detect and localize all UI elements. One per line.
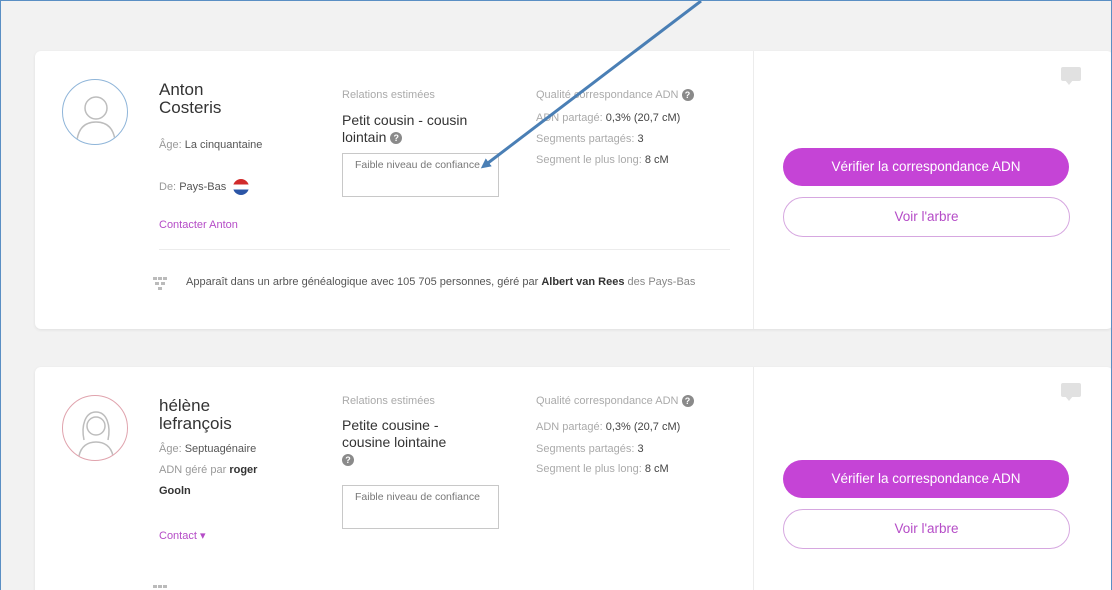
- dna-quality-label: Qualité correspondance ADN: [536, 395, 679, 407]
- age-value: La cinquantaine: [184, 139, 263, 151]
- shared-segments: Segments partagés: 3: [536, 443, 644, 455]
- dna-quality-title: Qualité correspondance ADN ?: [536, 89, 694, 102]
- segments-value: 3: [637, 133, 644, 145]
- age-value: Septuagénaire: [184, 443, 257, 455]
- shared-dna: ADN partagé: 0,3% (20,7 cM): [536, 112, 680, 124]
- shared-dna-value: 0,3% (20,7 cM): [605, 421, 681, 433]
- help-icon[interactable]: ?: [342, 454, 354, 467]
- card-divider: [753, 367, 754, 590]
- shared-dna-label: ADN partagé:: [536, 112, 603, 124]
- netherlands-flag-icon: [233, 179, 250, 196]
- origin-info: De: Pays-Bas: [159, 177, 279, 198]
- view-tree-button[interactable]: Voir l'arbre: [783, 509, 1070, 549]
- age-label: Âge:: [159, 443, 182, 455]
- tree-icon: [153, 277, 167, 290]
- longest-segment-value: 8 cM: [644, 154, 669, 166]
- view-tree-button[interactable]: Voir l'arbre: [783, 197, 1070, 237]
- tree-info: Apparaît dans un arbre généalogique avec…: [186, 273, 746, 292]
- help-icon[interactable]: ?: [681, 395, 694, 408]
- avatar[interactable]: [62, 395, 128, 461]
- segments-value: 3: [637, 443, 644, 455]
- tree-manager[interactable]: Albert van Rees: [541, 276, 624, 288]
- relation-title: Relations estimées: [342, 395, 435, 407]
- shared-segments: Segments partagés: 3: [536, 133, 644, 145]
- female-avatar-icon: [78, 411, 114, 457]
- match-card: hélène lefrançois Âge: Septuagénaire ADN…: [35, 367, 1111, 590]
- shared-dna-value: 0,3% (20,7 cM): [605, 112, 681, 124]
- relation-text: Petite cousine - cousine lointaine: [342, 417, 447, 450]
- shared-dna: ADN partagé: 0,3% (20,7 cM): [536, 421, 680, 433]
- divider: [159, 249, 730, 250]
- relation-title: Relations estimées: [342, 89, 435, 101]
- age-info: Âge: Septuagénaire: [159, 439, 279, 460]
- longest-segment: Segment le plus long: 8 cM: [536, 463, 669, 475]
- origin-value: Pays-Bas: [179, 181, 227, 193]
- longest-segment-value: 8 cM: [644, 463, 669, 475]
- message-icon[interactable]: [1061, 383, 1081, 401]
- age-label: Âge:: [159, 139, 182, 151]
- origin-label: De:: [159, 181, 177, 193]
- viewport: Anton Costeris Âge: La cinquantaine De: …: [0, 0, 1112, 590]
- help-icon[interactable]: ?: [681, 89, 694, 102]
- longest-segment-label: Segment le plus long:: [536, 154, 642, 166]
- longest-segment: Segment le plus long: 8 cM: [536, 154, 669, 166]
- verify-dna-button[interactable]: Vérifier la correspondance ADN: [783, 460, 1069, 498]
- contact-link[interactable]: Contacter Anton: [159, 219, 238, 231]
- tree-icon: [153, 585, 167, 588]
- managed-by-label: ADN géré par: [159, 464, 227, 476]
- message-icon[interactable]: [1061, 67, 1081, 85]
- relation-value: Petit cousin - cousin lointain ?: [342, 112, 482, 146]
- contact-dropdown[interactable]: Contact ▾: [159, 529, 206, 542]
- match-card: Anton Costeris Âge: La cinquantaine De: …: [35, 51, 1111, 329]
- male-avatar-icon: [76, 96, 116, 141]
- card-divider: [753, 51, 754, 329]
- tree-info-text: Apparaît dans un arbre généalogique avec…: [186, 276, 539, 288]
- longest-segment-label: Segment le plus long:: [536, 463, 642, 475]
- managed-by-info: ADN géré par roger Gooln: [159, 460, 279, 502]
- relation-text: Petit cousin - cousin lointain: [342, 112, 468, 145]
- age-info: Âge: La cinquantaine: [159, 135, 279, 156]
- segments-label: Segments partagés:: [536, 443, 635, 455]
- avatar[interactable]: [62, 79, 128, 145]
- help-icon[interactable]: ?: [390, 132, 403, 145]
- relation-value: Petite cousine - cousine lointaine ?: [342, 417, 482, 468]
- confidence-box: Faible niveau de confiance: [342, 153, 499, 197]
- verify-dna-button[interactable]: Vérifier la correspondance ADN: [783, 148, 1069, 186]
- dna-quality-label: Qualité correspondance ADN: [536, 89, 679, 101]
- confidence-box: Faible niveau de confiance: [342, 485, 499, 529]
- tree-location: des Pays-Bas: [627, 276, 696, 288]
- match-name[interactable]: Anton Costeris: [159, 81, 269, 117]
- segments-label: Segments partagés:: [536, 133, 635, 145]
- match-name[interactable]: hélène lefrançois: [159, 397, 269, 433]
- shared-dna-label: ADN partagé:: [536, 421, 603, 433]
- dna-quality-title: Qualité correspondance ADN ?: [536, 395, 694, 408]
